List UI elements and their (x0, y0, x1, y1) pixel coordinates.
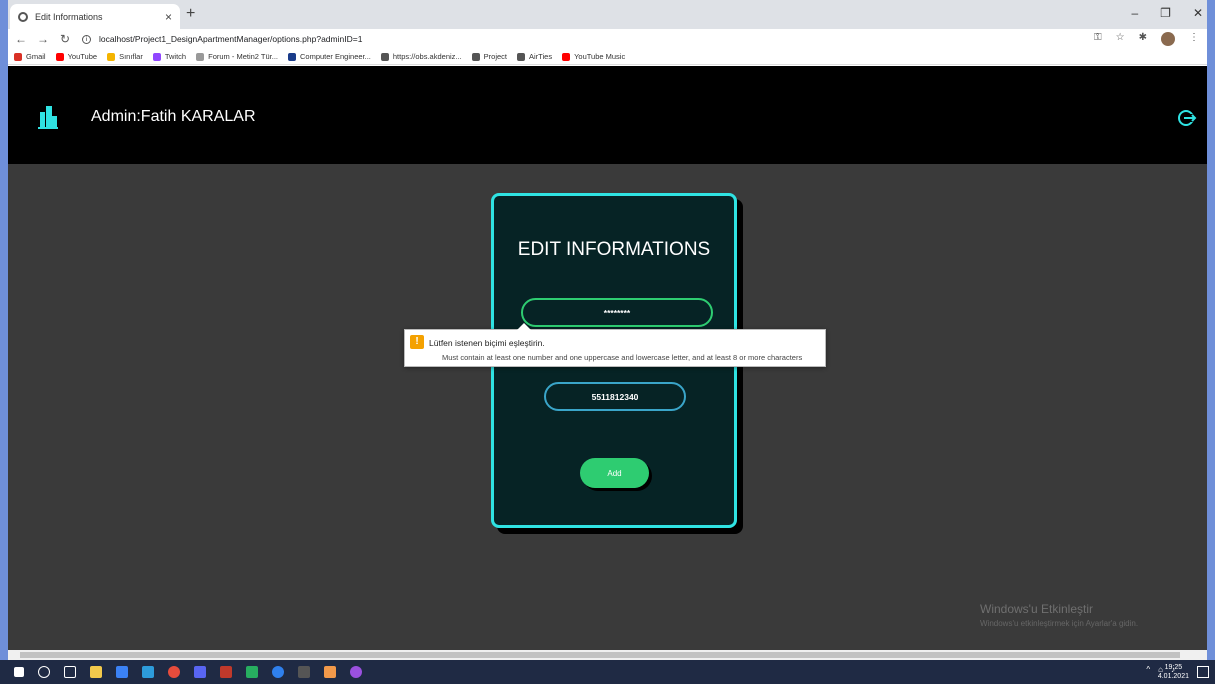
bookmark-item[interactable]: Sınıflar (107, 52, 143, 61)
close-window-icon[interactable]: ✕ (1193, 6, 1203, 20)
taskbar-clock[interactable]: 19:25 4.01.2021 (1158, 663, 1189, 681)
bookmark-item[interactable]: YouTube Music (562, 52, 625, 61)
bookmark-label: Computer Engineer... (300, 52, 371, 61)
logout-icon[interactable] (1177, 109, 1197, 127)
extensions-icon[interactable]: ✱ (1139, 32, 1147, 46)
chevron-up-icon[interactable]: ^ (1146, 665, 1150, 674)
phone-field[interactable] (544, 382, 686, 411)
url-text: localhost/Project1_DesignApartmentManage… (99, 34, 363, 44)
start-icon[interactable] (14, 667, 24, 677)
clock-time: 19:25 (1164, 664, 1183, 671)
minimize-icon[interactable]: – (1131, 6, 1138, 20)
bookmark-icon (380, 52, 389, 61)
menu-icon[interactable]: ⋮ (1189, 32, 1199, 46)
bookmark-icon (55, 52, 64, 61)
bookmark-label: YouTube (67, 52, 98, 61)
bookmark-icon (107, 52, 116, 61)
activation-title: Windows'u Etkinleştir (980, 602, 1093, 616)
warning-icon: ! (410, 335, 424, 349)
terminal-icon[interactable] (298, 666, 310, 678)
address-bar[interactable]: i localhost/Project1_DesignApartmentMana… (82, 34, 362, 44)
edge-icon[interactable] (272, 666, 284, 678)
reload-icon[interactable]: ↻ (56, 32, 74, 46)
bookmark-label: Twitch (164, 52, 187, 61)
bookmark-label: Gmail (26, 52, 46, 61)
file-explorer-icon[interactable] (90, 666, 102, 678)
bookmark-icon (14, 52, 22, 61)
browser-tab[interactable]: Edit Informations × (10, 4, 180, 29)
bookmarks-bar: Gmail YouTube Sınıflar Twitch Forum - Metin2… (8, 49, 1207, 65)
bookmark-icon (562, 52, 571, 61)
chrome-icon[interactable] (168, 666, 180, 678)
store-icon[interactable] (116, 666, 128, 678)
bookmark-label: AirTies (529, 52, 553, 61)
bookmark-item[interactable]: Computer Engineer... (288, 52, 371, 61)
sublime-icon[interactable] (324, 666, 336, 678)
close-tab-icon[interactable]: × (165, 10, 172, 24)
forward-icon[interactable]: → (34, 32, 52, 46)
building-logo-icon (38, 106, 58, 129)
app-icon[interactable] (220, 666, 232, 678)
scrollbar-thumb[interactable] (20, 652, 1180, 658)
notification-icon[interactable] (1197, 666, 1209, 678)
bookmark-item[interactable]: https://obs.akdeniz... (380, 52, 462, 61)
horizontal-scrollbar[interactable] (8, 650, 1207, 660)
back-icon[interactable]: ← (12, 32, 30, 46)
validation-detail: Must contain at least one number and one… (442, 353, 803, 362)
password-field[interactable] (521, 298, 713, 327)
discord-icon[interactable] (194, 666, 206, 678)
bookmark-label: Forum - Metin2 Tür... (208, 52, 278, 61)
page-header: Admin:Fatih KARALAR (8, 66, 1207, 164)
admin-name: Admin:Fatih KARALAR (91, 108, 256, 125)
window-controls: – ❐ ✕ (1131, 6, 1203, 20)
validation-tooltip: ! Lütfen istenen biçimi eşleştirin. Must… (404, 323, 826, 367)
browser-window: Edit Informations × + – ❐ ✕ ← → ↻ i loca… (8, 0, 1207, 660)
key-icon[interactable]: ⚿ (1094, 32, 1102, 46)
tab-strip: Edit Informations × + – ❐ ✕ (8, 0, 1207, 29)
toolbar-actions: ⚿ ☆ ✱ ⋮ (1094, 32, 1199, 46)
new-tab-button[interactable]: + (186, 5, 195, 23)
clock-date: 4.01.2021 (1157, 673, 1189, 680)
address-toolbar: ← → ↻ i localhost/Project1_DesignApartme… (8, 29, 1207, 49)
pycharm-icon[interactable] (246, 666, 258, 678)
app-circle-icon[interactable] (350, 666, 362, 678)
bookmark-item[interactable]: Gmail (14, 52, 46, 61)
add-button[interactable]: Add (580, 458, 649, 488)
bookmark-icon (288, 52, 296, 61)
info-icon[interactable]: i (82, 34, 91, 44)
bookmark-item[interactable]: Twitch (152, 52, 187, 61)
card-title: EDIT INFORMATIONS (517, 239, 711, 260)
bookmark-item[interactable]: Forum - Metin2 Tür... (196, 52, 278, 61)
bookmark-icon (152, 52, 161, 61)
bookmark-item[interactable]: Project (471, 52, 508, 61)
validation-message: Lütfen istenen biçimi eşleştirin. (429, 338, 545, 348)
bookmark-item[interactable]: AirTies (517, 52, 552, 61)
search-icon[interactable] (38, 666, 50, 678)
bookmark-label: YouTube Music (574, 52, 626, 61)
mail-icon[interactable] (142, 666, 154, 678)
globe-icon (18, 11, 28, 22)
taskbar: ^ ⌂ ♪ 19:25 4.01.2021 (0, 660, 1215, 684)
tab-title: Edit Informations (35, 11, 103, 22)
bookmark-label: Sınıflar (119, 52, 143, 61)
activation-subtitle: Windows'u etkinleştirmek için Ayarlar'a … (980, 619, 1139, 628)
profile-avatar[interactable] (1161, 32, 1175, 46)
bookmark-label: https://obs.akdeniz... (392, 52, 462, 61)
task-view-icon[interactable] (64, 666, 76, 678)
restore-icon[interactable]: ❐ (1160, 6, 1171, 20)
bookmark-icon (471, 52, 480, 61)
bookmark-icon (196, 52, 205, 61)
star-icon[interactable]: ☆ (1116, 32, 1125, 46)
web-page: Admin:Fatih KARALAR EDIT INFORMATIONS Ad… (8, 66, 1207, 660)
bookmark-item[interactable]: YouTube (55, 52, 98, 61)
bookmark-label: Project (483, 52, 508, 61)
bookmark-icon (517, 52, 526, 61)
